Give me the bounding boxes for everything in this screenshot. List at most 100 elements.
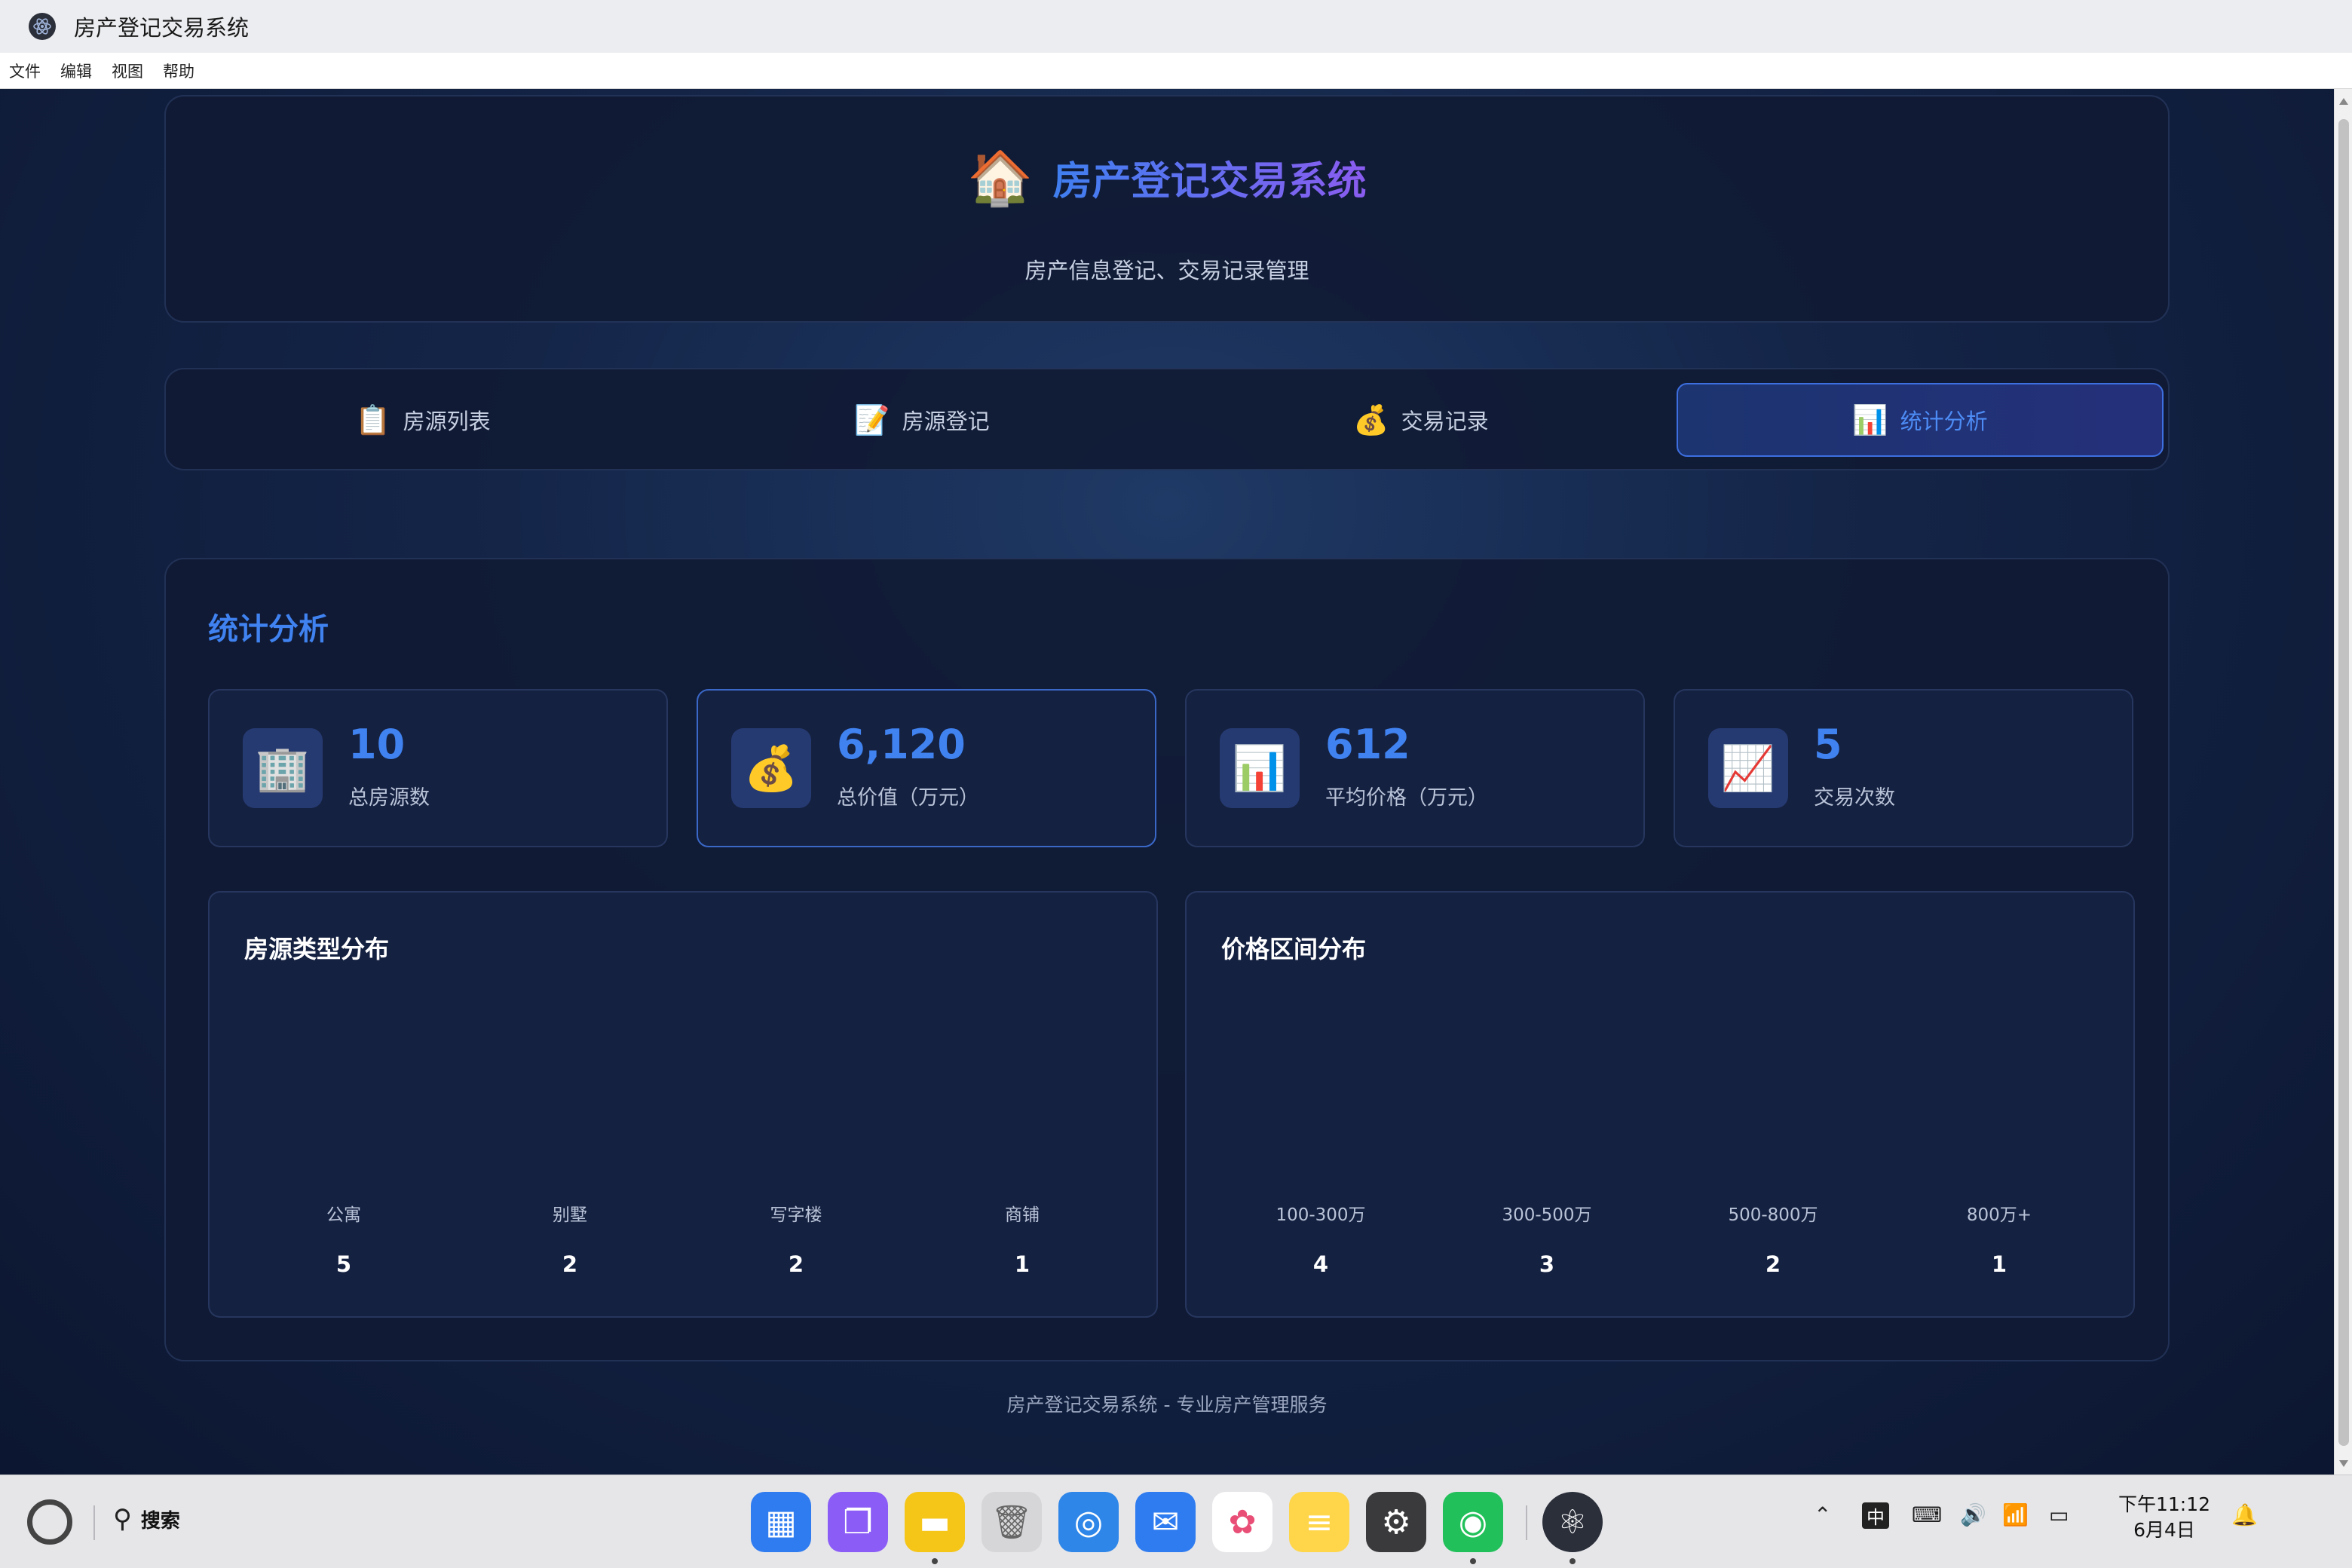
tab-label: 统计分析 <box>1900 409 1988 434</box>
volume-icon[interactable]: 🔊 <box>1960 1502 1986 1527</box>
bar-chart-icon: 📊 <box>1852 403 1888 436</box>
notification-icon[interactable]: 🔔 <box>2231 1502 2258 1527</box>
tab-property-register[interactable]: 📝 房源登记 <box>678 383 1165 457</box>
stat-label: 总价值（万元） <box>837 786 979 810</box>
money-bag-icon: 💰 <box>731 728 811 808</box>
wifi-icon[interactable]: 📶 <box>2002 1502 2029 1527</box>
page-subtitle: 房产信息登记、交易记录管理 <box>1024 258 1309 283</box>
menu-file[interactable]: 文件 <box>9 60 41 82</box>
stat-card-total-properties: 🏢 10 总房源数 <box>208 689 668 847</box>
chevron-up-icon[interactable]: ⌃ <box>1814 1502 1831 1527</box>
range-label: 100-300万 <box>1276 1205 1366 1225</box>
ime-indicator[interactable]: 中 <box>1862 1502 1889 1529</box>
settings-icon[interactable]: ⚙ <box>1366 1492 1426 1552</box>
memo-icon: 📝 <box>854 403 890 436</box>
page-title: 房产登记交易系统 <box>1053 149 1367 206</box>
stat-label: 总房源数 <box>348 786 430 810</box>
tab-label: 交易记录 <box>1401 409 1489 434</box>
clock-time: 下午11:12 <box>2118 1493 2211 1515</box>
section-title: 统计分析 <box>208 612 329 647</box>
house-icon: 🏠 <box>967 146 1034 209</box>
start-button[interactable] <box>27 1499 72 1545</box>
menu-bar: 文件 编辑 视图 帮助 <box>0 53 2352 89</box>
running-indicator <box>1570 1558 1576 1564</box>
bar-chart-icon: 📊 <box>1220 728 1300 808</box>
tab-transactions[interactable]: 💰 交易记录 <box>1178 383 1664 457</box>
launcher-icon[interactable]: ▦ <box>751 1492 811 1552</box>
statistics-section: 统计分析 🏢 10 总房源数 💰 6,120 总价值（万元） 📊 612 平均价… <box>164 558 2170 1361</box>
running-indicator <box>932 1558 938 1564</box>
browser-icon[interactable]: ◎ <box>1058 1492 1119 1552</box>
multitask-icon[interactable]: ❐ <box>828 1492 888 1552</box>
category-label: 别墅 <box>553 1205 587 1225</box>
photos-icon[interactable]: ✿ <box>1212 1492 1272 1552</box>
scroll-down-icon[interactable] <box>2339 1460 2348 1467</box>
notes-icon[interactable]: ≡ <box>1289 1492 1349 1552</box>
electron-app-icon[interactable]: ⚛ <box>1542 1492 1603 1552</box>
files-icon[interactable]: ▬ <box>905 1492 965 1552</box>
category-value: 2 <box>788 1251 804 1277</box>
category-value: 1 <box>1014 1251 1031 1277</box>
type-distribution-panel: 房源类型分布 公寓 5 别墅 2 写字楼 2 商铺 1 <box>208 891 1158 1318</box>
range-label: 800万+ <box>1966 1205 2032 1225</box>
vertical-scrollbar[interactable] <box>2334 89 2352 1475</box>
tab-label: 房源列表 <box>403 409 491 434</box>
category-label: 公寓 <box>326 1205 361 1225</box>
divider <box>1526 1505 1527 1540</box>
window-title-bar: 房产登记交易系统 <box>0 0 2352 53</box>
range-label: 500-800万 <box>1728 1205 1818 1225</box>
divider <box>93 1505 95 1540</box>
stat-label: 平均价格（万元） <box>1325 786 1488 810</box>
range-value: 2 <box>1765 1251 1781 1277</box>
nav-tabs: 📋 房源列表 📝 房源登记 💰 交易记录 📊 统计分析 <box>164 368 2170 470</box>
category-value: 2 <box>562 1251 578 1277</box>
stat-card-total-value: 💰 6,120 总价值（万元） <box>697 689 1156 847</box>
stat-value: 10 <box>348 721 406 768</box>
taskbar-search[interactable]: ⚲ 搜索 <box>113 1504 180 1534</box>
range-value: 4 <box>1312 1251 1329 1277</box>
menu-help[interactable]: 帮助 <box>163 60 194 82</box>
electron-app-icon <box>29 13 56 40</box>
clock-date: 6月4日 <box>2133 1519 2195 1541</box>
tab-statistics[interactable]: 📊 统计分析 <box>1677 383 2164 457</box>
footer-text: 房产登记交易系统 - 专业房产管理服务 <box>1006 1394 1328 1416</box>
range-value: 3 <box>1539 1251 1555 1277</box>
wechat-icon[interactable]: ◉ <box>1443 1492 1503 1552</box>
trash-icon[interactable]: 🗑 <box>982 1492 1042 1552</box>
chart-increasing-icon: 📈 <box>1708 728 1788 808</box>
stat-card-average-price: 📊 612 平均价格（万元） <box>1185 689 1645 847</box>
taskbar: ⚲ 搜索 ▦ ❐ ▬ 🗑 ◎ ✉ ✿ ≡ ⚙ ◉ ⚛ ⌃ 中 ⌨ 🔊 📶 ▭ 下… <box>0 1475 2352 1568</box>
header-card: 🏠 房产登记交易系统 房产信息登记、交易记录管理 <box>164 95 2170 323</box>
search-icon: ⚲ <box>113 1504 132 1534</box>
tab-label: 房源登记 <box>902 409 990 434</box>
search-label: 搜索 <box>140 1509 180 1533</box>
stat-card-transactions: 📈 5 交易次数 <box>1674 689 2133 847</box>
tab-property-list[interactable]: 📋 房源列表 <box>179 383 666 457</box>
clipboard-icon: 📋 <box>355 403 391 436</box>
clock[interactable]: 下午11:12 6月4日 <box>2118 1492 2210 1543</box>
menu-view[interactable]: 视图 <box>112 60 143 82</box>
running-indicator <box>1470 1558 1476 1564</box>
scroll-up-icon[interactable] <box>2339 98 2348 105</box>
money-bag-icon: 💰 <box>1353 403 1389 436</box>
stat-value: 5 <box>1814 721 1842 768</box>
office-building-icon: 🏢 <box>243 728 323 808</box>
battery-icon[interactable]: ▭ <box>2049 1502 2069 1527</box>
range-value: 1 <box>1991 1251 2007 1277</box>
category-value: 5 <box>335 1251 352 1277</box>
mail-icon[interactable]: ✉ <box>1135 1492 1196 1552</box>
stat-value: 6,120 <box>837 721 966 768</box>
range-label: 300-500万 <box>1502 1205 1592 1225</box>
chart-title: 房源类型分布 <box>244 935 390 963</box>
stat-label: 交易次数 <box>1814 786 1895 810</box>
category-label: 写字楼 <box>770 1205 822 1225</box>
window-title: 房产登记交易系统 <box>74 15 250 41</box>
chart-title: 价格区间分布 <box>1221 935 1367 963</box>
app-content: 🏠 房产登记交易系统 房产信息登记、交易记录管理 📋 房源列表 📝 房源登记 💰… <box>0 89 2334 1475</box>
menu-edit[interactable]: 编辑 <box>60 60 92 82</box>
price-distribution-panel: 价格区间分布 100-300万 4 300-500万 3 500-800万 2 … <box>1185 891 2135 1318</box>
keyboard-icon[interactable]: ⌨ <box>1912 1502 1942 1527</box>
category-label: 商铺 <box>1005 1205 1040 1225</box>
stat-value: 612 <box>1325 721 1410 768</box>
scrollbar-thumb[interactable] <box>2338 119 2349 1446</box>
